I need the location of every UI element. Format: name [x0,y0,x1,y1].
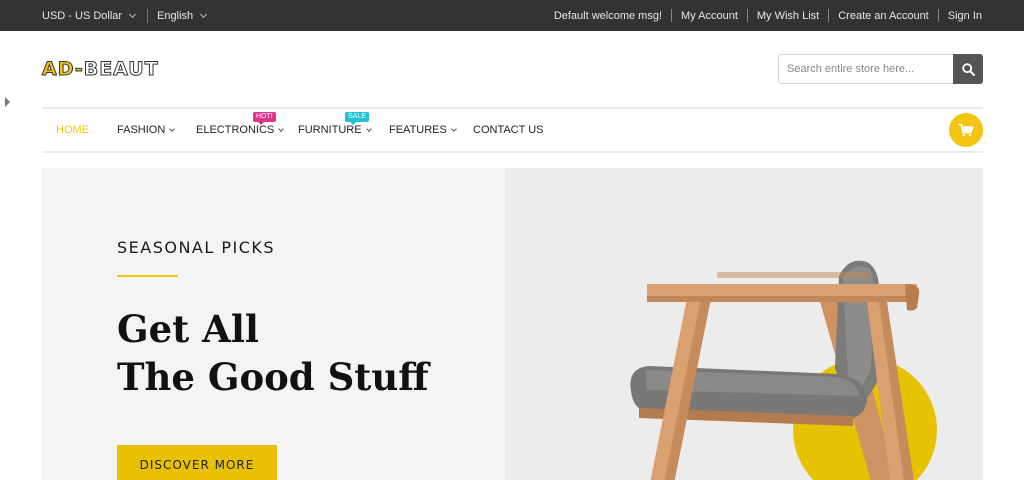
chevron-down-icon [451,125,457,132]
cart-button[interactable] [949,113,983,147]
currency-switcher[interactable]: USD - US Dollar [42,9,137,22]
top-bar-left: USD - US Dollar English [42,0,208,31]
divider [828,9,830,22]
cart-icon [958,123,974,137]
my-account-link[interactable]: My Account [681,10,738,22]
nav-item-fashion[interactable]: FASHION [117,109,176,151]
hero-headline: Get All The Good Stuff [117,305,429,401]
top-bar-links: Default welcome msg! My Account My Wish … [554,0,982,31]
nav-item-label: CONTACT US [473,124,544,136]
currency-label: USD - US Dollar [42,9,123,22]
hero-headline-line1: Get All [117,307,259,351]
chevron-down-icon [129,10,137,18]
nav-item-label: ELECTRONICS [196,124,275,136]
wish-list-link[interactable]: My Wish List [757,10,819,22]
nav-item-label: HOME [56,124,89,136]
nav-item-home[interactable]: HOME [56,109,89,151]
hero-banner: SEASONAL PICKS Get All The Good Stuff DI… [42,168,983,480]
sign-in-link[interactable]: Sign In [948,10,982,22]
logo-text-part1: AD- [42,58,84,81]
create-account-link[interactable]: Create an Account [838,10,929,22]
divider [147,8,149,23]
search-input[interactable] [778,54,953,84]
hero-kicker: SEASONAL PICKS [117,238,276,257]
nav-item-label: FEATURES [389,124,447,136]
search-button[interactable] [953,54,983,84]
search-icon [961,62,975,76]
chevron-down-icon [365,125,372,132]
logo-text-part2: BEAUT [83,58,159,81]
chevron-down-icon [200,10,208,18]
nav-item-features[interactable]: FEATURES [389,109,457,151]
divider [937,9,939,22]
nav-item-label: FURNITURE [298,124,362,136]
site-logo[interactable]: AD- BEAUT [42,58,159,81]
divider [746,9,748,22]
divider [671,9,673,22]
main-navigation: HOME FASHION ELECTRONICS HOT! FURNITURE … [42,107,983,153]
sale-badge: SALE [345,112,369,125]
hero-headline-line2: The Good Stuff [117,355,429,399]
hero-divider [117,275,178,277]
discover-more-button[interactable]: DISCOVER MORE [117,445,277,480]
chevron-down-icon [169,125,176,132]
side-panel-toggle[interactable] [5,97,10,107]
language-switcher[interactable]: English [157,9,208,22]
top-bar: USD - US Dollar English Default welcome … [0,0,1024,31]
welcome-message: Default welcome msg! [553,9,663,22]
hot-badge: HOT! [253,112,276,125]
nav-item-contact-us[interactable]: CONTACT US [473,109,544,151]
nav-item-label: FASHION [117,124,166,136]
language-label: English [157,9,194,22]
search-bar [778,54,983,84]
chevron-down-icon [278,125,285,132]
chair-image [630,260,937,480]
